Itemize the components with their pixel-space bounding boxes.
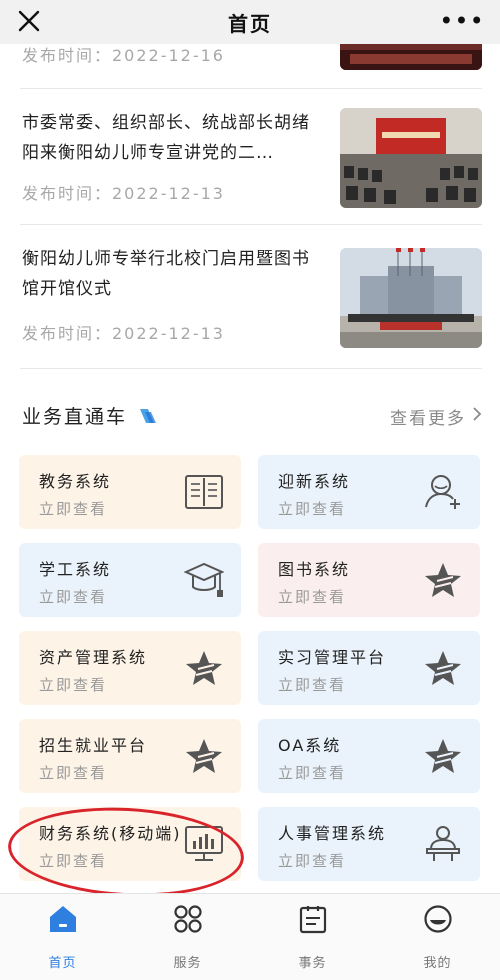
news-title: 市委常委、组织部长、统战部长胡绪阳来衡阳幼儿师专宣讲党的二… (22, 113, 310, 163)
page: 首页 ••• 发布时间：2022-12-16 市委常委、组织部长、统战部长胡绪阳… (0, 0, 500, 980)
section-title: 业务直通车 (22, 406, 128, 428)
close-icon[interactable] (14, 6, 44, 36)
service-subtitle: 立即查看 (39, 676, 108, 694)
service-subtitle: 立即查看 (278, 500, 347, 518)
user-add-icon (422, 471, 464, 513)
tab-profile[interactable]: 我的 (375, 902, 500, 978)
news-date: 发布时间：2022-12-13 (22, 324, 225, 343)
bottom-tabbar: 首页 服务 事务 我的 (0, 893, 500, 980)
service-title: 迎新系统 (278, 472, 351, 491)
profile-icon (421, 902, 455, 936)
service-subtitle: 立即查看 (39, 764, 108, 782)
service-card-student-affairs[interactable]: 学工系统 立即查看 (19, 543, 241, 617)
service-subtitle: 立即查看 (278, 676, 347, 694)
service-title: 资产管理系统 (39, 648, 148, 667)
service-title: 学工系统 (39, 560, 112, 579)
top-navbar: 首页 ••• (0, 0, 500, 44)
service-title: 教务系统 (39, 472, 112, 491)
news-divider (20, 368, 482, 369)
clipboard-icon (296, 902, 330, 936)
star-icon (422, 559, 464, 601)
service-card-academic[interactable]: 教务系统 立即查看 (19, 455, 241, 529)
person-desk-icon (422, 823, 464, 865)
tab-services[interactable]: 服务 (125, 902, 250, 978)
tab-home[interactable]: 首页 (0, 902, 125, 978)
news-date: 发布时间：2022-12-16 (22, 46, 225, 65)
meeting-hall-photo-icon (340, 108, 482, 208)
news-date: 发布时间：2022-12-13 (22, 184, 225, 203)
home-icon (46, 902, 80, 936)
service-subtitle: 立即查看 (278, 852, 347, 870)
service-title: 实习管理平台 (278, 648, 387, 667)
star-icon (422, 735, 464, 777)
page-title: 首页 (228, 11, 272, 36)
view-more-link[interactable]: 查看更多 (390, 404, 482, 429)
campus-gate-photo-icon (340, 248, 482, 348)
news-divider (20, 88, 482, 89)
tab-label: 事务 (298, 956, 327, 971)
service-card-hr[interactable]: 人事管理系统 立即查看 (258, 807, 480, 881)
news-title: 衡阳幼儿师专举行北校门启用暨图书馆开馆仪式 (22, 249, 310, 299)
service-title: 招生就业平台 (39, 736, 148, 755)
service-card-library[interactable]: 图书系统 立即查看 (258, 543, 480, 617)
service-subtitle: 立即查看 (39, 588, 108, 606)
grid-apps-icon (171, 902, 205, 936)
star-icon (183, 647, 225, 689)
star-icon (183, 735, 225, 777)
tab-label: 服务 (173, 956, 202, 971)
flag-icon (140, 408, 158, 427)
service-card-enrollment[interactable]: 迎新系统 立即查看 (258, 455, 480, 529)
service-card-oa[interactable]: OA系统 立即查看 (258, 719, 480, 793)
service-subtitle: 立即查看 (39, 500, 108, 518)
news-divider (20, 224, 482, 225)
book-icon (183, 471, 225, 513)
service-card-admissions[interactable]: 招生就业平台 立即查看 (19, 719, 241, 793)
graduation-cap-icon (183, 559, 225, 601)
service-subtitle: 立即查看 (278, 588, 347, 606)
service-title: OA系统 (278, 736, 342, 755)
chevron-right-icon (472, 406, 482, 427)
star-icon (422, 647, 464, 689)
service-subtitle: 立即查看 (278, 764, 347, 782)
service-card-internship[interactable]: 实习管理平台 立即查看 (258, 631, 480, 705)
service-title: 人事管理系统 (278, 824, 387, 843)
more-options-icon[interactable]: ••• (439, 6, 483, 36)
service-card-assets[interactable]: 资产管理系统 立即查看 (19, 631, 241, 705)
tab-affairs[interactable]: 事务 (250, 902, 375, 978)
tab-label: 我的 (423, 956, 452, 971)
tab-label: 首页 (48, 956, 77, 971)
view-more-label: 查看更多 (390, 409, 466, 429)
service-title: 图书系统 (278, 560, 351, 579)
